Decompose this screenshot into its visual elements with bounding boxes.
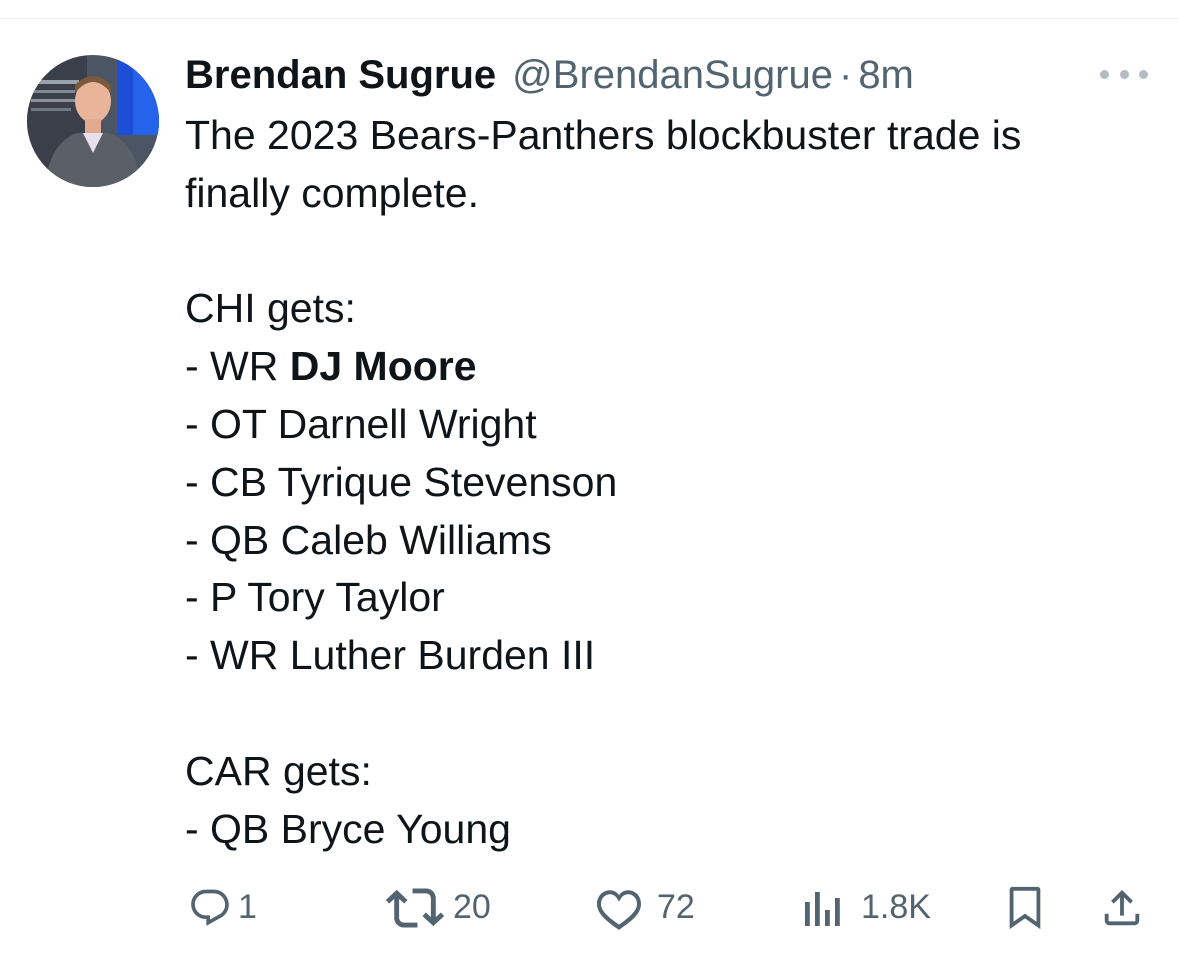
avatar[interactable] [27, 55, 159, 187]
action-bar: 1 20 72 1.8K [185, 880, 1147, 935]
text-line: - CB Tyrique Stevenson [185, 458, 618, 505]
text-line [185, 223, 1145, 281]
like-button[interactable]: 72 [595, 880, 695, 935]
text-line: - QB Caleb Williams [185, 516, 552, 563]
text-line: The 2023 Bears-Panthers blockbuster trad… [185, 112, 1022, 158]
views-count: 1.8K [861, 888, 931, 926]
tweet-header: Brendan Sugrue @BrendanSugrue · 8m [185, 50, 914, 100]
top-divider [0, 18, 1179, 19]
like-icon [597, 889, 641, 930]
text-line: - QB Bryce Young [185, 805, 511, 852]
separator-dot: · [838, 52, 853, 97]
text-line: - P Tory Taylor [185, 574, 445, 621]
bookmark-icon [1009, 886, 1041, 929]
like-count: 72 [657, 888, 695, 926]
retweet-count: 20 [453, 888, 491, 926]
text-line: finally complete. [185, 169, 479, 216]
text-line [185, 685, 1145, 743]
more-icon[interactable] [1100, 62, 1148, 86]
text-line: - WR Luther Burden III [185, 632, 596, 679]
reply-button[interactable]: 1 [188, 880, 257, 935]
retweet-icon [385, 887, 445, 928]
reply-count: 1 [238, 888, 257, 926]
text-line: - OT Darnell Wright [185, 400, 537, 447]
tweet-time[interactable]: 8m [858, 53, 914, 98]
retweet-button[interactable]: 20 [385, 880, 491, 935]
bold-player-name: DJ Moore [289, 343, 477, 390]
text-line: - WR DJ Moore [185, 338, 1145, 396]
bookmark-button[interactable] [1005, 880, 1045, 935]
avatar-photo [27, 55, 159, 187]
text-line: CHI gets: [185, 285, 356, 332]
tweet-text: The 2023 Bears-Panthers blockbuster trad… [185, 107, 1145, 858]
share-icon [1104, 889, 1140, 925]
views-icon [805, 891, 840, 926]
share-button[interactable] [1099, 880, 1145, 935]
text-prefix: - WR [185, 343, 290, 390]
author-handle[interactable]: @BrendanSugrue [512, 53, 833, 98]
views-button[interactable]: 1.8K [803, 880, 931, 935]
reply-icon [191, 889, 229, 926]
text-line: CAR gets: [185, 747, 372, 794]
author-name[interactable]: Brendan Sugrue [185, 53, 496, 98]
